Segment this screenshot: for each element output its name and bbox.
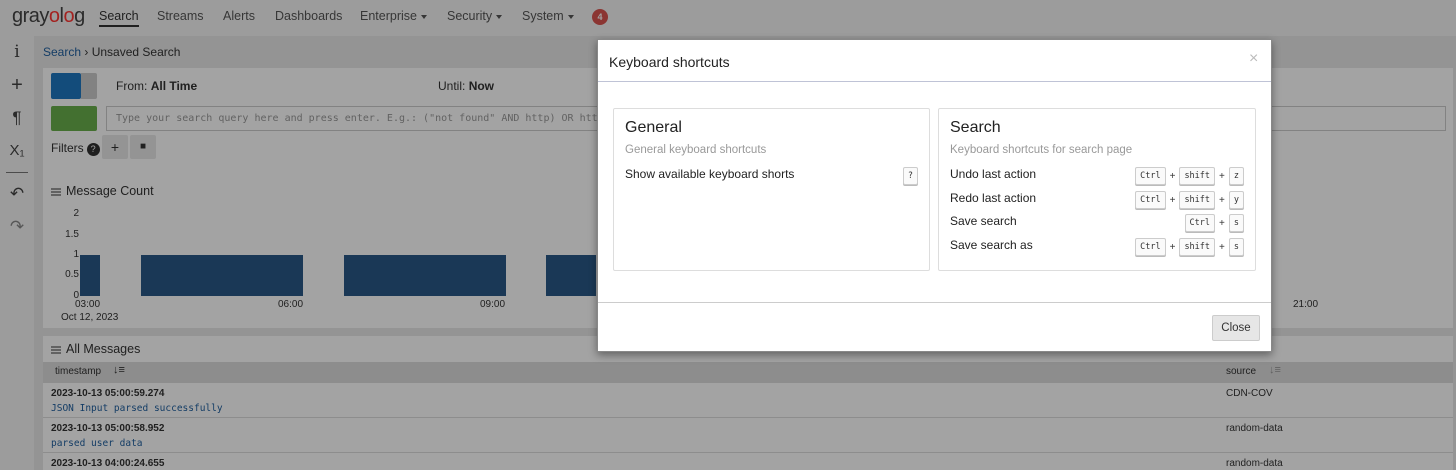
key: Ctrl <box>1135 238 1166 256</box>
panel-description: General keyboard shortcuts <box>625 144 767 156</box>
close-icon[interactable]: × <box>1249 50 1258 68</box>
key: s <box>1228 214 1244 232</box>
key: shift <box>1179 167 1216 185</box>
modal-footer: Close <box>598 302 1271 351</box>
key: Ctrl <box>1135 191 1166 209</box>
search-shortcuts-panel: Search Keyboard shortcuts for search pag… <box>938 108 1256 271</box>
modal-title: Keyboard shortcuts <box>609 54 730 70</box>
key: shift <box>1179 191 1216 209</box>
panel-description: Keyboard shortcuts for search page <box>950 144 1133 156</box>
key: z <box>1228 167 1244 185</box>
modal-header: Keyboard shortcuts × <box>598 40 1271 82</box>
shortcut-label: Save search <box>950 214 1017 228</box>
key: ? <box>902 167 918 185</box>
shortcut-label: Undo last action <box>950 167 1037 181</box>
close-button[interactable]: Close <box>1212 315 1260 341</box>
general-shortcuts-panel: General General keyboard shortcuts Show … <box>613 108 930 271</box>
key: shift <box>1179 238 1216 256</box>
shortcut-keys: ? <box>902 167 918 185</box>
shortcut-keys: Ctrl + shift + z <box>1135 167 1244 185</box>
shortcut-keys: Ctrl + shift + y <box>1135 191 1244 209</box>
keyboard-shortcuts-modal: Keyboard shortcuts × General General key… <box>597 39 1272 352</box>
key: Ctrl <box>1135 167 1166 185</box>
shortcut-keys: Ctrl + s <box>1184 214 1244 232</box>
panel-title: Search <box>950 119 1001 136</box>
shortcut-keys: Ctrl + shift + s <box>1135 238 1244 256</box>
shortcut-label: Show available keyboard shorts <box>625 167 795 181</box>
key: y <box>1228 191 1244 209</box>
shortcut-label: Save search as <box>950 238 1033 252</box>
panel-title: General <box>625 119 682 136</box>
key: Ctrl <box>1184 214 1216 232</box>
shortcut-label: Redo last action <box>950 191 1037 205</box>
key: s <box>1228 238 1244 256</box>
